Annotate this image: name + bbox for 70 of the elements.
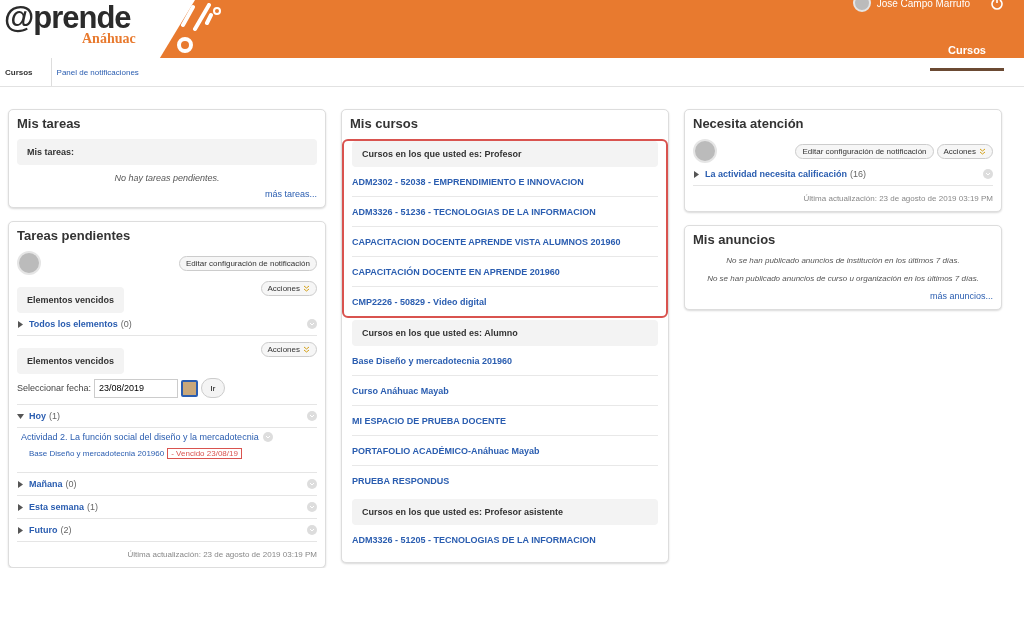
tree-item-link[interactable]: La actividad necesita calificación: [705, 169, 848, 179]
item-count: (1): [49, 411, 60, 421]
chevron-down-icon: [303, 285, 310, 292]
edit-settings-button[interactable]: Editar configuración de notificación: [795, 143, 934, 159]
course-link[interactable]: ADM2302 - 52038 - EMPRENDIMIENTO E INNOVACION: [352, 167, 658, 197]
course-link[interactable]: ADM3326 - 51236 - TECNOLOGIAS DE LA INFORMACION: [352, 197, 658, 227]
empty-message: No se han publicado anuncios de institución en los últimos 7 días.: [725, 255, 961, 267]
avatar: [17, 251, 41, 275]
caret-right-icon[interactable]: [17, 320, 24, 328]
course-link[interactable]: CMP2226 - 50829 - Video digital: [352, 287, 658, 316]
caret-down-icon[interactable]: [17, 412, 24, 420]
card-title: Tareas pendientes: [17, 228, 132, 243]
caret-right-icon[interactable]: [17, 480, 24, 488]
course-link[interactable]: Base Diseño y mercadotecnia 201960: [352, 346, 658, 376]
caret-right-icon[interactable]: [17, 526, 24, 534]
empty-message: No hay tareas pendientes.: [113, 173, 221, 183]
course-link[interactable]: Curso Anáhuac Mayab: [352, 376, 658, 406]
card-title: Necesita atención: [693, 116, 805, 131]
card-title: Mis cursos: [350, 116, 419, 131]
avatar: [693, 139, 717, 163]
course-link[interactable]: MI ESPACIO DE PRUEBA DOCENTE: [352, 406, 658, 436]
course-link[interactable]: PRUEBA RESPONDUS: [352, 466, 658, 495]
subnav-tab[interactable]: Panel de notificaciones: [51, 58, 157, 86]
last-updated: Última actualización: 23 de agosto de 2019 03:19 PM: [126, 549, 317, 561]
chevron-down-icon: [303, 346, 310, 353]
item-count: (0): [120, 319, 132, 329]
course-link[interactable]: ADM3326 - 51205 - TECNOLOGIAS DE LA INFORMACION: [352, 525, 658, 554]
chevron-down-icon: [979, 147, 986, 155]
tree-item-link[interactable]: Esta semana: [29, 502, 85, 512]
item-count: (1): [87, 502, 99, 512]
caret-right-icon[interactable]: [693, 170, 700, 178]
tree-item-link[interactable]: Mañana: [29, 479, 63, 489]
course-link[interactable]: CAPACITACION DOCENTE APRENDE VISTA ALUMNOS 201960: [352, 227, 658, 257]
tree-item-link[interactable]: Hoy: [29, 411, 46, 421]
item-count: (16): [850, 169, 867, 179]
edit-settings-button[interactable]: Editar configuración de notificación: [178, 255, 317, 271]
actions-button[interactable]: Acciones: [936, 143, 993, 159]
card-title: Mis anuncios: [693, 232, 777, 247]
section-header: Cursos en los que usted es: Profesor asistente: [352, 499, 658, 525]
tree-item-link[interactable]: Futuro: [29, 525, 58, 535]
overdue-label: - Vencido 23/08/19: [167, 448, 242, 459]
course-link[interactable]: PORTAFOLIO ACADÉMICO-Anáhuac Mayab: [352, 436, 658, 466]
section-header: Mis tareas:: [17, 139, 317, 165]
section-header: Elementos vencidos: [17, 287, 125, 313]
card-title: Mis tareas: [17, 116, 82, 131]
section-header: Cursos en los que usted es: Profesor: [352, 141, 658, 167]
user-avatar[interactable]: [852, 0, 871, 12]
go-button[interactable]: Ir: [201, 378, 226, 398]
course-link[interactable]: CAPACITACIÓN DOCENTE EN APRENDE 201960: [352, 257, 658, 287]
caret-right-icon[interactable]: [17, 503, 24, 511]
date-field[interactable]: 23/08/2019: [94, 378, 179, 398]
subnav-tab[interactable]: Cursos: [0, 58, 52, 86]
more-link[interactable]: más tareas...: [17, 189, 317, 199]
section-header: Cursos en los que usted es: Alumno: [352, 320, 658, 346]
power-icon[interactable]: [990, 0, 1004, 10]
task-link[interactable]: Actividad 2. La función social del diseño y la mercadotecnia: [21, 432, 259, 442]
item-count: (2): [60, 525, 72, 535]
course-name: Base Diseño y mercadotecnia 201960: [29, 449, 165, 458]
actions-button[interactable]: Acciones: [260, 342, 317, 357]
logo-text: @prende: [4, 2, 131, 34]
date-label: Seleccionar fecha:: [17, 383, 92, 393]
logo-subtitle: Anáhuac: [82, 31, 136, 47]
actions-button[interactable]: Acciones: [260, 281, 317, 296]
more-link[interactable]: más anuncios...: [693, 291, 993, 301]
item-count: (0): [65, 479, 77, 489]
calendar-button[interactable]: [181, 379, 199, 397]
section-header: Elementos vencidos: [17, 348, 125, 374]
last-updated: Última actualización: 23 de agosto de 2019 03:19 PM: [802, 193, 993, 205]
tree-item-link[interactable]: Todos los elementos: [29, 319, 118, 329]
empty-message: No se han publicado anuncios de curso u organización en los últimos 7 días.: [706, 273, 980, 285]
